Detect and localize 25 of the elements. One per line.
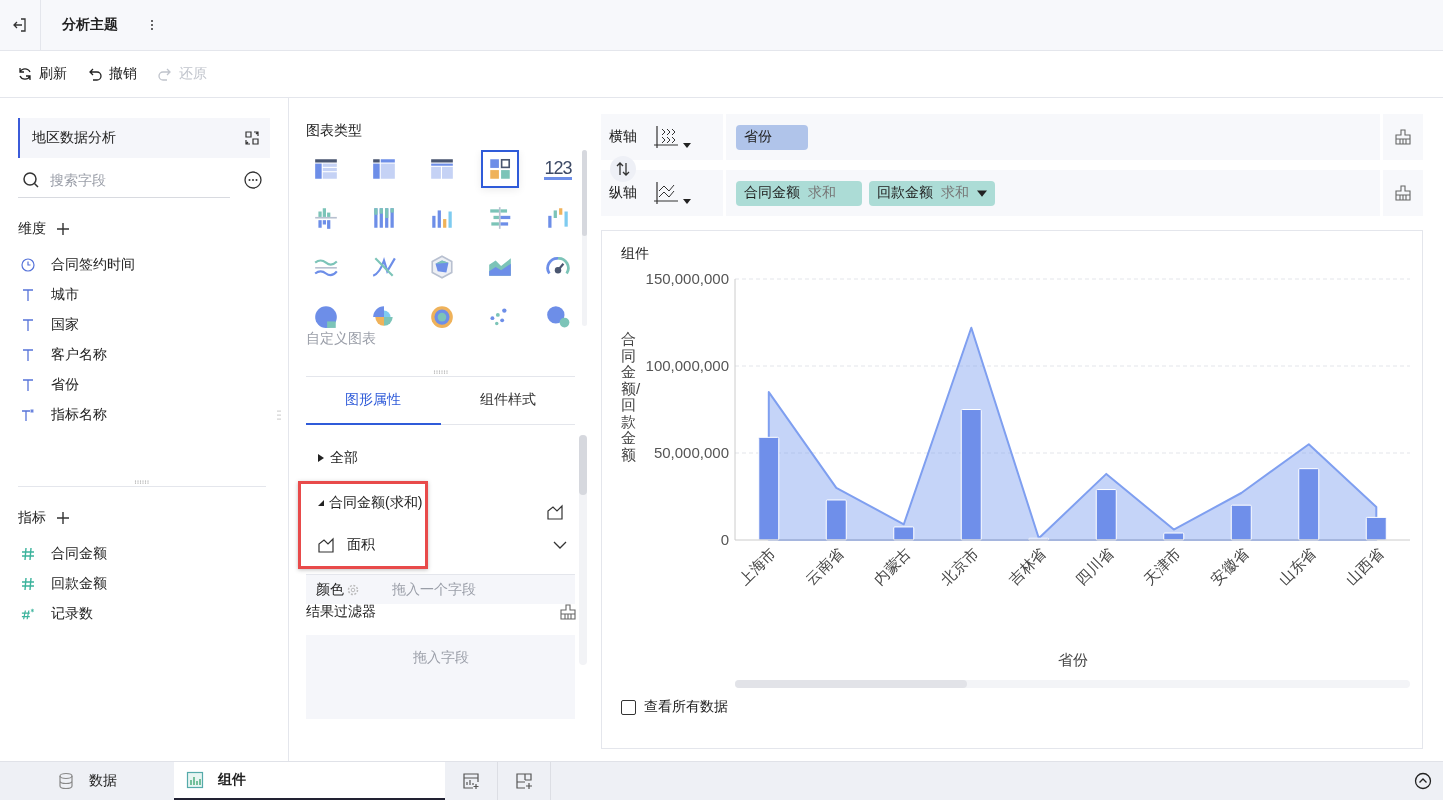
section-title: 指标: [18, 509, 46, 527]
y-tick-label: 50,000,000: [653, 444, 729, 461]
axis-label: 纵轴: [608, 184, 638, 202]
y-tick-label: 150,000,000: [645, 271, 729, 287]
x-tick-label: 云南省: [802, 544, 847, 588]
x-tick-label: 上海市: [735, 544, 779, 588]
x-tick-label: 天津市: [1140, 544, 1184, 588]
y-tick-label: 100,000,000: [645, 357, 729, 374]
x-tick-label: 山东省: [1275, 544, 1319, 588]
x-tick-label: 内蒙古: [870, 544, 914, 588]
widget-title: 组件: [621, 245, 650, 263]
section-title: 图表类型: [306, 122, 363, 140]
x-tick-label: 吉林省: [1005, 544, 1049, 588]
section-title: 结果过滤器: [306, 603, 376, 621]
x-tick-label: 安徽省: [1207, 544, 1252, 588]
x-axis-title: 省份: [1057, 651, 1088, 668]
y-tick-label: 0: [720, 531, 729, 548]
x-tick-label: 山西省: [1342, 544, 1387, 588]
property-label: 颜色: [316, 580, 344, 599]
section-title: 维度: [18, 220, 46, 238]
page-title: 分析主题: [62, 16, 118, 34]
x-tick-label: 北京市: [937, 544, 982, 588]
drop-zone-hint: 拖入一个字段: [392, 580, 476, 599]
x-tick-label: 四川省: [1072, 544, 1117, 588]
axis-label: 横轴: [608, 128, 638, 146]
